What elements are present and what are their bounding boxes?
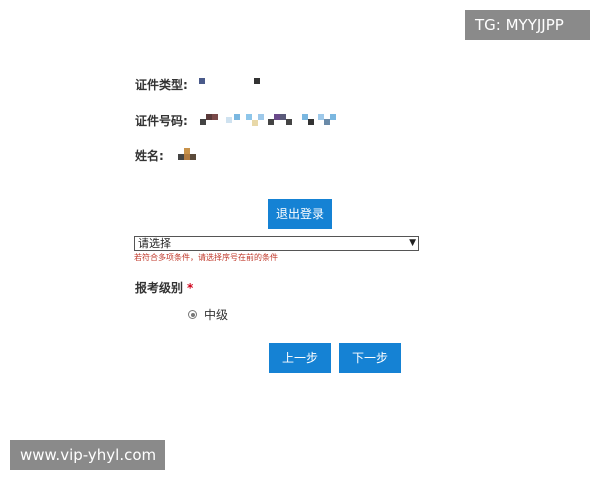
level-option-label: 中级 [204, 308, 229, 322]
next-step-button[interactable]: 下一步 [339, 343, 401, 373]
prev-step-button[interactable]: 上一步 [269, 343, 331, 373]
id-type-label: 证件类型: [135, 77, 188, 92]
chevron-down-icon: ▼ [409, 238, 416, 248]
id-number-redacted [198, 111, 338, 129]
exam-level-label: 报考级别 * [135, 279, 193, 296]
name-label: 姓名: [135, 148, 164, 163]
required-mark: * [187, 281, 194, 295]
watermark-top: TG: MYYJJPP [465, 10, 590, 40]
id-type-redacted [198, 75, 268, 93]
id-number-row: 证件号码: [135, 111, 188, 129]
condition-hint: 若符合多项条件，请选择序号在前的条件 [134, 253, 278, 262]
id-type-row: 证件类型: [135, 75, 188, 93]
condition-select[interactable]: 请选择 ▼ [134, 236, 419, 251]
radio-icon[interactable] [188, 310, 197, 319]
name-redacted [178, 146, 208, 164]
exam-level-text: 报考级别 [135, 281, 184, 295]
logout-button[interactable]: 退出登录 [268, 199, 332, 229]
watermark-bottom: www.vip-yhyl.com [10, 440, 165, 470]
condition-select-value: 请选择 [138, 237, 171, 250]
id-number-label: 证件号码: [135, 113, 188, 128]
name-row: 姓名: [135, 146, 164, 164]
level-option-intermediate[interactable]: 中级 [188, 306, 228, 323]
